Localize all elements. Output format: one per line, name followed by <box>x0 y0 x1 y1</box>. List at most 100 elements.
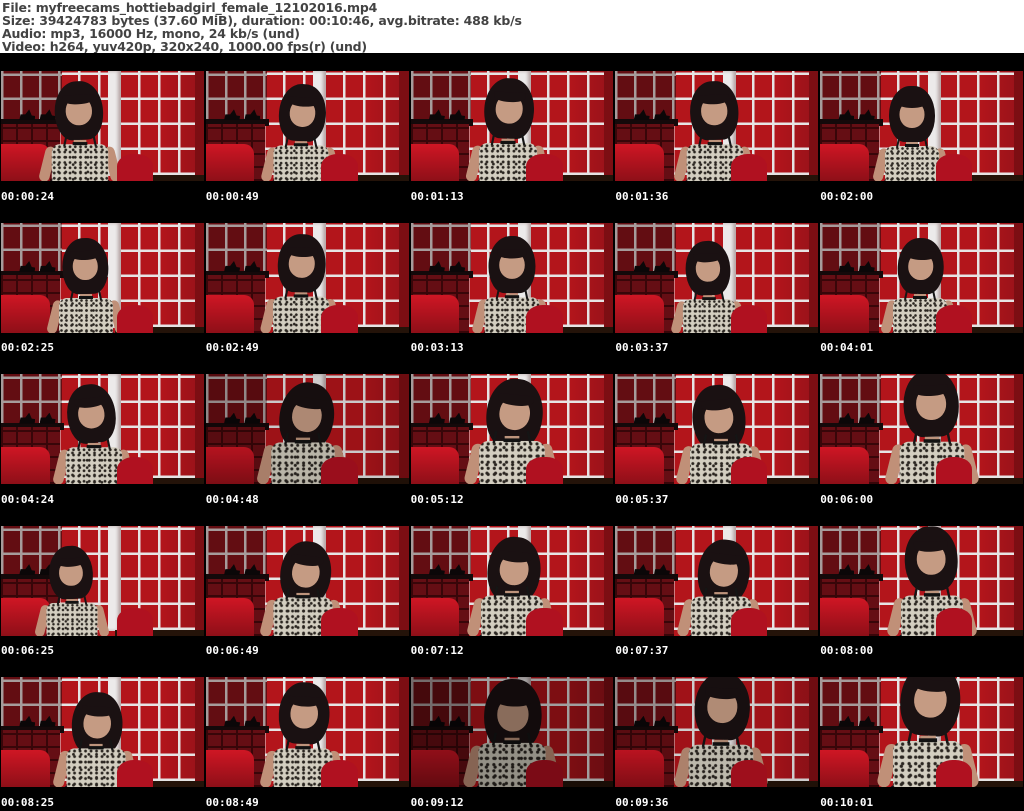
dim-overlay <box>820 526 1023 636</box>
dim-overlay <box>615 374 818 484</box>
dim-overlay <box>615 677 819 788</box>
dim-overlay <box>1 677 204 787</box>
dim-overlay <box>411 526 614 636</box>
timestamp-label: 00:01:13 <box>410 189 464 203</box>
video-frame <box>820 222 1023 333</box>
dim-overlay <box>1 223 204 333</box>
timestamp-label: 00:03:13 <box>410 341 464 355</box>
video-frame <box>410 71 614 181</box>
timestamp-label: 00:02:25 <box>1 341 54 355</box>
header-video-line: Video: h264, yuv420p, 320x240, 1000.00 f… <box>2 39 367 54</box>
dim-overlay <box>820 374 1023 484</box>
dim-overlay <box>410 677 614 788</box>
video-frame <box>615 222 819 333</box>
video-thumbnail: 00:02:25 <box>0 204 205 357</box>
video-frame <box>820 374 1023 485</box>
timestamp-label: 00:07:37 <box>615 644 669 658</box>
dim-overlay <box>1 526 204 636</box>
video-thumbnail: 00:01:36 <box>614 53 820 205</box>
dim-overlay <box>615 526 818 636</box>
dim-overlay <box>1 71 204 181</box>
timestamp-label: 00:02:00 <box>820 189 874 203</box>
video-thumbnail: 00:09:36 <box>614 659 820 811</box>
video-frame <box>1 374 204 485</box>
timestamp-label: 00:10:01 <box>820 795 874 809</box>
timestamp-label: 00:08:00 <box>820 644 874 658</box>
timestamp-label: 00:05:37 <box>615 492 669 506</box>
video-frame <box>410 677 614 788</box>
video-thumbnail: 00:02:49 <box>204 204 410 357</box>
video-thumbnail: 00:08:49 <box>204 659 410 811</box>
timestamp-label: 00:06:00 <box>820 492 874 506</box>
timestamp-label: 00:03:37 <box>615 341 669 355</box>
video-thumbnail: 00:00:24 <box>0 53 205 205</box>
video-thumbnail: 00:04:48 <box>204 356 410 508</box>
dim-overlay <box>206 223 409 333</box>
dim-overlay <box>820 677 1023 787</box>
video-frame <box>205 677 409 788</box>
timestamp-label: 00:08:25 <box>1 795 54 809</box>
video-frame <box>205 222 409 333</box>
video-frame <box>205 71 409 181</box>
dim-overlay <box>820 71 1023 181</box>
timestamp-label: 00:09:12 <box>410 795 464 809</box>
video-frame <box>615 374 819 485</box>
video-thumbnail: 00:01:13 <box>409 53 615 205</box>
video-frame <box>205 374 409 485</box>
timestamp-label: 00:00:24 <box>1 189 54 203</box>
dim-overlay <box>615 223 818 333</box>
video-thumbnail: 00:05:12 <box>409 356 615 508</box>
dim-overlay <box>411 71 614 181</box>
video-frame <box>820 71 1023 181</box>
timestamp-label: 00:09:36 <box>615 795 669 809</box>
video-thumbnail: 00:08:25 <box>0 659 205 811</box>
dim-overlay <box>411 223 614 333</box>
video-frame <box>820 677 1023 788</box>
timestamp-label: 00:00:49 <box>205 189 259 203</box>
video-thumbnail: 00:06:00 <box>819 356 1024 508</box>
timestamp-label: 00:04:24 <box>1 492 54 506</box>
video-thumbnail: 00:07:37 <box>614 507 820 660</box>
video-frame <box>205 525 409 636</box>
timestamp-label: 00:01:36 <box>615 189 669 203</box>
dim-overlay <box>206 677 409 787</box>
video-frame <box>410 222 614 333</box>
timestamp-label: 00:07:12 <box>410 644 464 658</box>
video-frame <box>1 71 204 181</box>
video-frame <box>615 677 819 788</box>
video-frame <box>1 525 204 636</box>
video-frame <box>615 71 819 181</box>
video-frame <box>615 525 819 636</box>
dim-overlay <box>206 71 409 181</box>
timestamp-label: 00:04:48 <box>205 492 259 506</box>
video-frame <box>1 677 204 788</box>
video-thumbnail: 00:04:24 <box>0 356 205 508</box>
metadata-header: File: myfreecams_hottiebadgirl_female_12… <box>0 0 1024 53</box>
dim-overlay <box>820 223 1023 333</box>
dim-overlay <box>1 374 204 484</box>
video-thumbnail: 00:09:12 <box>409 659 615 811</box>
timestamp-label: 00:08:49 <box>205 795 259 809</box>
dim-overlay <box>411 374 614 484</box>
dim-overlay <box>205 374 409 485</box>
video-frame <box>410 525 614 636</box>
dim-overlay <box>615 71 818 181</box>
timestamp-label: 00:05:12 <box>410 492 464 506</box>
video-thumbnail: 00:08:00 <box>819 507 1024 660</box>
video-thumbnail: 00:05:37 <box>614 356 820 508</box>
video-thumbnail: 00:07:12 <box>409 507 615 660</box>
video-thumbnail: 00:10:01 <box>819 659 1024 811</box>
timestamp-label: 00:04:01 <box>820 341 874 355</box>
video-thumbnail: 00:03:37 <box>614 204 820 357</box>
timestamp-label: 00:06:25 <box>1 644 54 658</box>
dim-overlay <box>206 526 409 636</box>
video-thumbnail: 00:02:00 <box>819 53 1024 205</box>
video-thumbnail: 00:06:25 <box>0 507 205 660</box>
thumbnail-grid: 00:00:24 00:00:49 00:01:13 00:01:36 00:0… <box>0 53 1024 811</box>
video-frame <box>1 222 204 333</box>
video-thumbnail: 00:06:49 <box>204 507 410 660</box>
timestamp-label: 00:02:49 <box>205 341 259 355</box>
video-frame <box>820 525 1023 636</box>
video-frame <box>410 374 614 485</box>
timestamp-label: 00:06:49 <box>205 644 259 658</box>
